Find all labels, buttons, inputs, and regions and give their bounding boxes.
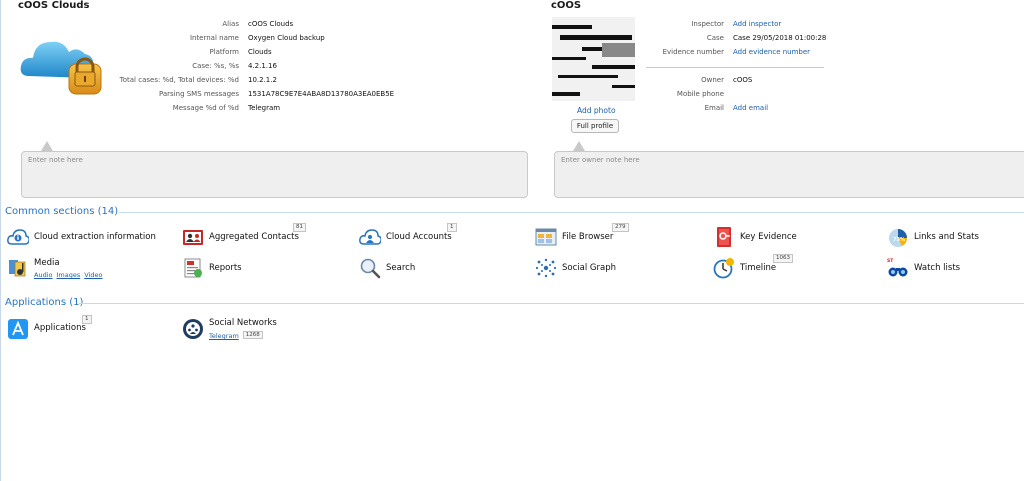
property-label: Platform	[209, 48, 239, 56]
section-item-label: Reports	[209, 263, 242, 273]
owner-property-label: Evidence number	[662, 48, 724, 56]
owner-property-label: Mobile phone	[676, 90, 724, 98]
search-icon	[359, 257, 381, 279]
property-value: cOOS Clouds	[248, 20, 294, 28]
telegram-link[interactable]: Telegram	[209, 332, 239, 340]
section-item-aggregated-contacts[interactable]: Aggregated Contacts 81	[182, 223, 342, 252]
owner-divider	[646, 67, 824, 68]
social-network-sublinks: Telegram 1268	[209, 331, 267, 341]
section-item-label: Links and Stats	[914, 232, 979, 242]
links-stats-icon: 75%	[887, 226, 909, 248]
section-item-social-graph[interactable]: Social Graph	[535, 257, 695, 283]
owner-property-label: Case	[706, 34, 724, 42]
media-icon	[7, 257, 29, 279]
property-label: Message %d of %d	[172, 104, 239, 112]
section-item-timeline[interactable]: Timeline 1063	[713, 254, 873, 283]
applications-title: Applications (1)	[5, 297, 84, 308]
property-label: Parsing SMS messages	[158, 90, 239, 98]
media-sublink-video[interactable]: Video	[84, 271, 102, 279]
section-item-file-browser[interactable]: File Browser 279	[535, 223, 695, 252]
reports-icon	[182, 257, 204, 279]
count-badge: 1268	[242, 331, 263, 339]
owner-property-link[interactable]: Add email	[733, 104, 768, 112]
section-item-cloud-accounts[interactable]: Cloud Accounts 1	[359, 223, 519, 252]
section-item-label: Cloud extraction information	[34, 232, 156, 242]
property-value: Telegram	[248, 104, 281, 112]
social-graph-icon	[535, 257, 557, 279]
section-item-label: Search	[386, 263, 416, 273]
full-profile-button[interactable]: Full profile	[571, 119, 619, 133]
section-item-search[interactable]: Search	[359, 257, 519, 283]
application-item-label: Applications	[34, 323, 86, 333]
common-sections-rule	[119, 212, 1024, 213]
application-item-label: Social Networks	[209, 318, 277, 328]
count-badge: 1	[82, 315, 92, 324]
owner-property-label: Inspector	[691, 20, 724, 28]
section-item-label: File Browser	[562, 232, 614, 242]
count-badge: 1063	[773, 254, 793, 263]
application-item-social-networks[interactable]: Social Networks Telegram 1268	[182, 318, 342, 344]
section-item-label: Cloud Accounts	[386, 232, 452, 242]
timeline-icon	[713, 257, 735, 279]
add-photo-link[interactable]: Add photo	[577, 106, 616, 115]
owner-note-input[interactable]: Enter owner note here	[554, 151, 1024, 198]
cloud-info-icon	[7, 226, 30, 248]
owner-property-label: Email	[704, 104, 724, 112]
svg-text:75%: 75%	[893, 237, 905, 243]
media-sublink-images[interactable]: Images	[56, 271, 80, 279]
section-item-cloud-extraction-information[interactable]: Cloud extraction information	[7, 226, 167, 252]
note-pointer	[41, 141, 53, 151]
count-badge: 279	[612, 223, 629, 232]
property-value: Clouds	[248, 48, 272, 56]
owner-title: cOOS	[551, 0, 582, 11]
key-evidence-icon	[713, 226, 735, 248]
page: cOOS Clouds Alias cOOS Clouds Internal nam…	[0, 0, 1024, 481]
owner-property-label: Owner	[701, 76, 724, 84]
property-value: 10.2.1.2	[248, 76, 277, 84]
section-item-label: Watch lists	[914, 263, 961, 273]
applications-icon	[7, 318, 29, 340]
device-title: cOOS Clouds	[18, 0, 90, 11]
owner-photo	[552, 17, 635, 101]
section-item-label: Media	[34, 258, 60, 268]
device-note-input[interactable]: Enter note here	[21, 151, 528, 198]
property-value: Oxygen Cloud backup	[248, 34, 325, 42]
cloud-accounts-icon	[359, 226, 382, 248]
section-item-reports[interactable]: Reports	[182, 257, 342, 283]
svg-text:ST: ST	[887, 258, 894, 264]
property-label: Alias	[222, 20, 239, 28]
section-item-key-evidence[interactable]: Key Evidence	[713, 226, 873, 252]
common-sections-title: Common sections (14)	[5, 206, 119, 217]
contacts-icon	[182, 226, 204, 248]
section-item-label: Timeline	[740, 263, 777, 273]
section-item-links-and-stats[interactable]: 75% Links and Stats	[887, 226, 1024, 252]
section-item-label: Key Evidence	[740, 232, 797, 242]
applications-rule	[79, 303, 1024, 304]
social-networks-icon	[182, 318, 204, 340]
media-sublink-audio[interactable]: Audio	[34, 271, 52, 279]
owner-property-value: cOOS	[733, 76, 753, 84]
owner-property-link[interactable]: Add inspector	[733, 20, 781, 28]
section-item-media[interactable]: Media Audio Images Video	[7, 257, 167, 283]
section-item-watch-lists[interactable]: ST Watch lists	[887, 257, 1024, 283]
count-badge: 1	[447, 223, 457, 232]
property-value: 1531A78C9E7E4ABA8D13780A3EA0EB5E	[248, 90, 395, 98]
file-browser-icon	[535, 226, 557, 248]
watch-lists-icon: ST	[887, 257, 909, 279]
count-badge: 81	[293, 223, 306, 232]
owner-property-link[interactable]: Add evidence number	[733, 48, 810, 56]
section-item-label: Social Graph	[562, 263, 616, 273]
property-value: 4.2.1.16	[248, 62, 277, 70]
owner-property-value: Case 29/05/2018 01:00:28	[733, 34, 827, 42]
owner-note-pointer	[573, 141, 585, 151]
property-label: Case: %s, %s	[192, 62, 239, 70]
section-item-label: Aggregated Contacts	[209, 232, 299, 242]
media-sublinks: Audio Images Video	[34, 271, 106, 279]
property-label: Internal name	[189, 34, 239, 42]
property-label: Total cases: %d, Total devices: %d	[119, 76, 239, 84]
application-item-applications[interactable]: Applications 1	[7, 315, 167, 344]
